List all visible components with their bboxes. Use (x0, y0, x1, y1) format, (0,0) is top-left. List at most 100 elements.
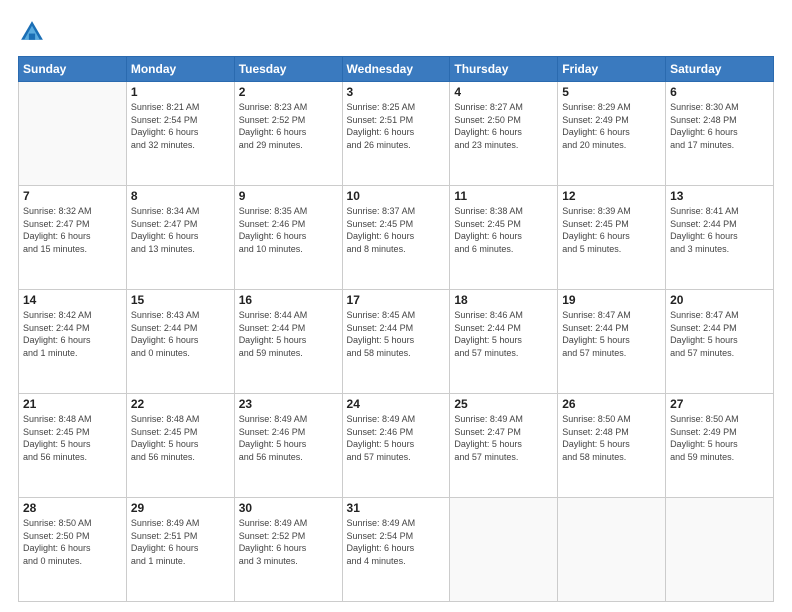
day-number: 17 (347, 293, 446, 307)
day-number: 7 (23, 189, 122, 203)
day-number: 19 (562, 293, 661, 307)
day-number: 6 (670, 85, 769, 99)
calendar-cell: 31 Sunrise: 8:49 AM Sunset: 2:54 PM Dayli… (342, 498, 450, 602)
calendar-cell: 30 Sunrise: 8:49 AM Sunset: 2:52 PM Dayli… (234, 498, 342, 602)
calendar-cell: 23Sunrise: 8:49 AM Sunset: 2:46 PM Dayli… (234, 394, 342, 498)
day-info: Sunrise: 8:49 AM Sunset: 2:46 PM Dayligh… (347, 413, 446, 463)
calendar-cell: 18 Sunrise: 8:46 AM Sunset: 2:44 PM Dayli… (450, 290, 558, 394)
calendar-week-row: 28 Sunrise: 8:50 AM Sunset: 2:50 PM Dayli… (19, 498, 774, 602)
header (18, 18, 774, 46)
day-number: 18 (454, 293, 553, 307)
calendar-week-row: 1 Sunrise: 8:21 AM Sunset: 2:54 PM Daylig… (19, 82, 774, 186)
day-number: 22 (131, 397, 230, 411)
day-info: Sunrise: 8:35 AM Sunset: 2:46 PM Dayligh… (239, 205, 338, 255)
calendar-cell: 15Sunrise: 8:43 AM Sunset: 2:44 PM Dayli… (126, 290, 234, 394)
weekday-header: Wednesday (342, 57, 450, 82)
calendar-cell: 3 Sunrise: 8:25 AM Sunset: 2:51 PM Daylig… (342, 82, 450, 186)
day-info: Sunrise: 8:48 AM Sunset: 2:45 PM Dayligh… (23, 413, 122, 463)
day-info: Sunrise: 8:34 AM Sunset: 2:47 PM Dayligh… (131, 205, 230, 255)
day-number: 21 (23, 397, 122, 411)
day-number: 9 (239, 189, 338, 203)
calendar-cell (558, 498, 666, 602)
day-info: Sunrise: 8:49 AM Sunset: 2:47 PM Dayligh… (454, 413, 553, 463)
calendar-cell: 24 Sunrise: 8:49 AM Sunset: 2:46 PM Dayli… (342, 394, 450, 498)
day-info: Sunrise: 8:38 AM Sunset: 2:45 PM Dayligh… (454, 205, 553, 255)
calendar-cell: 11 Sunrise: 8:38 AM Sunset: 2:45 PM Dayli… (450, 186, 558, 290)
page: SundayMondayTuesdayWednesdayThursdayFrid… (0, 0, 792, 612)
day-info: Sunrise: 8:48 AM Sunset: 2:45 PM Dayligh… (131, 413, 230, 463)
calendar-cell (19, 82, 127, 186)
weekday-header: Saturday (666, 57, 774, 82)
day-info: Sunrise: 8:50 AM Sunset: 2:48 PM Dayligh… (562, 413, 661, 463)
day-number: 1 (131, 85, 230, 99)
day-info: Sunrise: 8:50 AM Sunset: 2:50 PM Dayligh… (23, 517, 122, 567)
day-info: Sunrise: 8:44 AM Sunset: 2:44 PM Dayligh… (239, 309, 338, 359)
calendar-table: SundayMondayTuesdayWednesdayThursdayFrid… (18, 56, 774, 602)
day-number: 29 (131, 501, 230, 515)
day-info: Sunrise: 8:41 AM Sunset: 2:44 PM Dayligh… (670, 205, 769, 255)
calendar-cell: 21 Sunrise: 8:48 AM Sunset: 2:45 PM Dayli… (19, 394, 127, 498)
day-number: 27 (670, 397, 769, 411)
calendar-cell: 6 Sunrise: 8:30 AM Sunset: 2:48 PM Daylig… (666, 82, 774, 186)
weekday-header: Thursday (450, 57, 558, 82)
day-number: 3 (347, 85, 446, 99)
day-info: Sunrise: 8:45 AM Sunset: 2:44 PM Dayligh… (347, 309, 446, 359)
day-info: Sunrise: 8:30 AM Sunset: 2:48 PM Dayligh… (670, 101, 769, 151)
day-info: Sunrise: 8:27 AM Sunset: 2:50 PM Dayligh… (454, 101, 553, 151)
day-number: 30 (239, 501, 338, 515)
day-info: Sunrise: 8:29 AM Sunset: 2:49 PM Dayligh… (562, 101, 661, 151)
day-info: Sunrise: 8:47 AM Sunset: 2:44 PM Dayligh… (562, 309, 661, 359)
calendar-cell: 17 Sunrise: 8:45 AM Sunset: 2:44 PM Dayli… (342, 290, 450, 394)
day-info: Sunrise: 8:21 AM Sunset: 2:54 PM Dayligh… (131, 101, 230, 151)
day-info: Sunrise: 8:49 AM Sunset: 2:54 PM Dayligh… (347, 517, 446, 567)
day-number: 12 (562, 189, 661, 203)
calendar-cell (450, 498, 558, 602)
weekday-header: Sunday (19, 57, 127, 82)
day-info: Sunrise: 8:32 AM Sunset: 2:47 PM Dayligh… (23, 205, 122, 255)
day-number: 31 (347, 501, 446, 515)
day-info: Sunrise: 8:23 AM Sunset: 2:52 PM Dayligh… (239, 101, 338, 151)
day-number: 11 (454, 189, 553, 203)
day-number: 28 (23, 501, 122, 515)
day-number: 24 (347, 397, 446, 411)
day-info: Sunrise: 8:42 AM Sunset: 2:44 PM Dayligh… (23, 309, 122, 359)
day-info: Sunrise: 8:37 AM Sunset: 2:45 PM Dayligh… (347, 205, 446, 255)
logo (18, 18, 50, 46)
day-info: Sunrise: 8:25 AM Sunset: 2:51 PM Dayligh… (347, 101, 446, 151)
calendar-cell: 25 Sunrise: 8:49 AM Sunset: 2:47 PM Dayli… (450, 394, 558, 498)
calendar-cell: 27 Sunrise: 8:50 AM Sunset: 2:49 PM Dayli… (666, 394, 774, 498)
calendar-cell: 29 Sunrise: 8:49 AM Sunset: 2:51 PM Dayli… (126, 498, 234, 602)
day-number: 16 (239, 293, 338, 307)
logo-icon (18, 18, 46, 46)
day-info: Sunrise: 8:49 AM Sunset: 2:51 PM Dayligh… (131, 517, 230, 567)
day-number: 25 (454, 397, 553, 411)
day-number: 10 (347, 189, 446, 203)
day-number: 23 (239, 397, 338, 411)
weekday-header: Friday (558, 57, 666, 82)
calendar-cell: 22 Sunrise: 8:48 AM Sunset: 2:45 PM Dayli… (126, 394, 234, 498)
day-number: 2 (239, 85, 338, 99)
day-info: Sunrise: 8:39 AM Sunset: 2:45 PM Dayligh… (562, 205, 661, 255)
calendar-week-row: 14 Sunrise: 8:42 AM Sunset: 2:44 PM Dayli… (19, 290, 774, 394)
calendar-cell: 16 Sunrise: 8:44 AM Sunset: 2:44 PM Dayli… (234, 290, 342, 394)
day-number: 14 (23, 293, 122, 307)
day-number: 4 (454, 85, 553, 99)
calendar-cell: 4 Sunrise: 8:27 AM Sunset: 2:50 PM Daylig… (450, 82, 558, 186)
calendar-cell: 8Sunrise: 8:34 AM Sunset: 2:47 PM Daylig… (126, 186, 234, 290)
calendar-cell: 5 Sunrise: 8:29 AM Sunset: 2:49 PM Daylig… (558, 82, 666, 186)
calendar-cell: 12 Sunrise: 8:39 AM Sunset: 2:45 PM Dayli… (558, 186, 666, 290)
day-number: 5 (562, 85, 661, 99)
calendar-cell: 13Sunrise: 8:41 AM Sunset: 2:44 PM Dayli… (666, 186, 774, 290)
day-number: 26 (562, 397, 661, 411)
calendar-cell: 7 Sunrise: 8:32 AM Sunset: 2:47 PM Daylig… (19, 186, 127, 290)
day-info: Sunrise: 8:46 AM Sunset: 2:44 PM Dayligh… (454, 309, 553, 359)
day-info: Sunrise: 8:49 AM Sunset: 2:52 PM Dayligh… (239, 517, 338, 567)
calendar-cell: 14 Sunrise: 8:42 AM Sunset: 2:44 PM Dayli… (19, 290, 127, 394)
calendar-cell: 1 Sunrise: 8:21 AM Sunset: 2:54 PM Daylig… (126, 82, 234, 186)
day-info: Sunrise: 8:47 AM Sunset: 2:44 PM Dayligh… (670, 309, 769, 359)
calendar-cell: 9 Sunrise: 8:35 AM Sunset: 2:46 PM Daylig… (234, 186, 342, 290)
day-info: Sunrise: 8:50 AM Sunset: 2:49 PM Dayligh… (670, 413, 769, 463)
calendar-cell (666, 498, 774, 602)
calendar-cell: 28 Sunrise: 8:50 AM Sunset: 2:50 PM Dayli… (19, 498, 127, 602)
calendar-week-row: 7 Sunrise: 8:32 AM Sunset: 2:47 PM Daylig… (19, 186, 774, 290)
